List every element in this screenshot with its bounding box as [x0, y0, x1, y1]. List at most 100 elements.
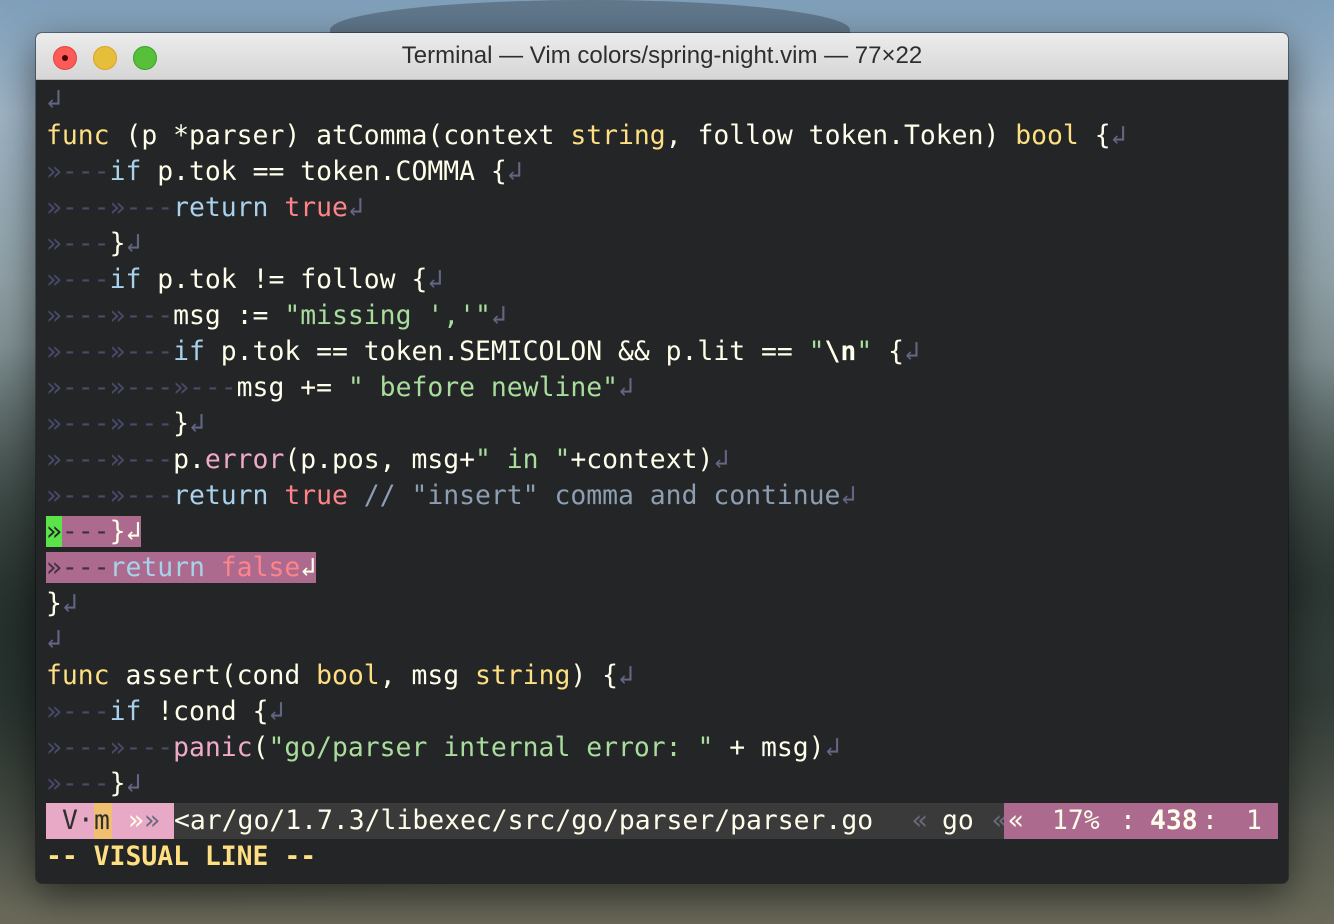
code-token: panic — [173, 732, 253, 763]
code-token: " before newline" — [347, 372, 619, 403]
code-line[interactable]: »---»---return true↲ — [46, 190, 364, 226]
eol-marker: ↲ — [904, 336, 920, 367]
line-text: »---»---}↲ — [46, 408, 205, 439]
eol-marker: ↲ — [189, 408, 205, 439]
position-colon-1: : — [1120, 805, 1136, 836]
window-title: Terminal — Vim colors/spring-night.vim —… — [401, 42, 923, 69]
code-line[interactable]: ↲ — [46, 82, 62, 118]
code-token: } — [109, 228, 126, 259]
code-line[interactable]: »---if p.tok == token.COMMA {↲ — [46, 154, 523, 190]
text-cursor: » — [46, 516, 62, 547]
eol-marker: ↲ — [125, 228, 142, 259]
eol-marker: ↲ — [347, 192, 364, 223]
position-colon-2: : — [1202, 805, 1218, 836]
tab-marker: »---»--- — [46, 336, 174, 367]
eol-marker: ↲ — [490, 300, 507, 331]
code-line[interactable]: »---return false↲ — [46, 550, 317, 586]
code-line[interactable]: »---if p.tok != follow {↲ — [46, 262, 443, 298]
code-token: p.tok == token.SEMICOLON && p.lit == — [204, 336, 809, 367]
code-line[interactable]: »---»---}↲ — [46, 406, 205, 442]
tab-marker: »---»---»--- — [46, 372, 237, 403]
eol-marker: ↲ — [125, 516, 142, 547]
code-token: "missing ','" — [284, 300, 491, 331]
tab-marker: »---»--- — [46, 732, 174, 763]
code-line[interactable]: func assert(cond bool, msg string) {↲ — [46, 658, 634, 694]
title-bar[interactable]: Terminal — Vim colors/spring-night.vim —… — [36, 33, 1288, 80]
scroll-percent: 17% — [1052, 805, 1100, 836]
code-line[interactable]: »---}↲ — [46, 766, 141, 802]
tab-marker: »---»--- — [46, 192, 174, 223]
code-line[interactable]: »---»---p.error(p.pos, msg+" in "+contex… — [46, 442, 729, 478]
selected-line-text: »---}↲ — [46, 516, 142, 547]
code-token: bool — [316, 660, 380, 691]
code-token: true — [284, 192, 348, 223]
code-token: !cond { — [141, 696, 269, 727]
code-token: bool — [1015, 120, 1079, 151]
tab-marker: »--- — [46, 768, 110, 799]
code-line[interactable]: »---»---»---msg += " before newline"↲ — [46, 370, 634, 406]
code-token: func — [46, 120, 110, 151]
code-line[interactable]: »---}↲ — [46, 514, 142, 550]
eol-marker: ↲ — [618, 660, 634, 691]
line-text: }↲ — [46, 588, 78, 619]
code-token: return — [109, 552, 205, 583]
eol-marker: ↲ — [618, 372, 634, 403]
code-token: (p.pos, msg+ — [284, 444, 476, 475]
filetype: go — [942, 805, 974, 836]
code-token: assert(cond — [109, 660, 317, 691]
eol-marker: ↲ — [506, 156, 523, 187]
code-token: } — [46, 588, 62, 619]
code-token: (p *parser) atComma(context — [109, 120, 571, 151]
separator-right-2: « — [1008, 805, 1024, 836]
code-line[interactable]: »---»---msg := "missing ','"↲ — [46, 298, 507, 334]
line-text: »---»---panic("go/parser internal error:… — [46, 732, 840, 763]
line-text: ↲ — [46, 84, 62, 115]
code-line[interactable]: »---»---return true // "insert" comma an… — [46, 478, 856, 514]
code-token: \n — [824, 336, 857, 367]
position-section: « 17% : 438 : 1 — [1004, 803, 1278, 839]
terminal-content[interactable]: ↲ func (p *parser) atComma(context string… — [36, 80, 1288, 883]
code-line[interactable]: »---}↲ — [46, 226, 141, 262]
code-token: ) { — [570, 660, 619, 691]
code-token: string — [475, 660, 571, 691]
code-token: if — [109, 696, 142, 727]
mode-char: m — [94, 805, 110, 836]
code-line[interactable]: »---if !cond {↲ — [46, 694, 284, 730]
line-text: »---if p.tok == token.COMMA {↲ — [46, 156, 523, 187]
line-text: func (p *parser) atComma(context string,… — [46, 120, 1126, 151]
line-text: »---»---return true↲ — [46, 192, 364, 223]
tab-marker: »--- — [46, 264, 110, 295]
code-token: + msg) — [713, 732, 825, 763]
code-line[interactable]: func (p *parser) atComma(context string,… — [46, 118, 1126, 154]
code-token: true — [284, 480, 348, 511]
code-token: , follow token.Token) — [665, 120, 1016, 151]
code-line[interactable]: ↲ — [46, 622, 62, 658]
code-token: false — [220, 552, 301, 583]
line-text: »---»---p.error(p.pos, msg+" in "+contex… — [46, 444, 729, 475]
code-line[interactable]: }↲ — [46, 586, 78, 622]
separator-left-2: » — [144, 805, 160, 836]
code-token: p.tok == token.COMMA { — [141, 156, 507, 187]
line-text: »---»---return true // "insert" comma an… — [46, 480, 856, 511]
eol-marker: ↲ — [300, 552, 317, 583]
tab-marker: »---»--- — [46, 480, 174, 511]
code-token: } — [173, 408, 189, 439]
terminal-window: Terminal — Vim colors/spring-night.vim —… — [36, 33, 1288, 883]
code-token: +context) — [570, 444, 714, 475]
code-line[interactable]: »---»---panic("go/parser internal error:… — [46, 730, 840, 766]
code-token: , msg — [379, 660, 476, 691]
code-token: if — [109, 156, 142, 187]
code-token: msg += — [236, 372, 348, 403]
eol-marker: ↲ — [840, 480, 857, 511]
vim-statusline: V· m » » <ar/go/1.7.3/libexec/src/go/par… — [46, 803, 1278, 839]
code-token: func — [46, 660, 110, 691]
tab-marker: »--- — [46, 696, 110, 727]
code-token: " — [808, 336, 825, 367]
code-token: string — [570, 120, 666, 151]
code-line[interactable]: »---»---if p.tok == token.SEMICOLON && p… — [46, 334, 920, 370]
eol-marker: ↲ — [713, 444, 730, 475]
code-token: ( — [252, 732, 269, 763]
